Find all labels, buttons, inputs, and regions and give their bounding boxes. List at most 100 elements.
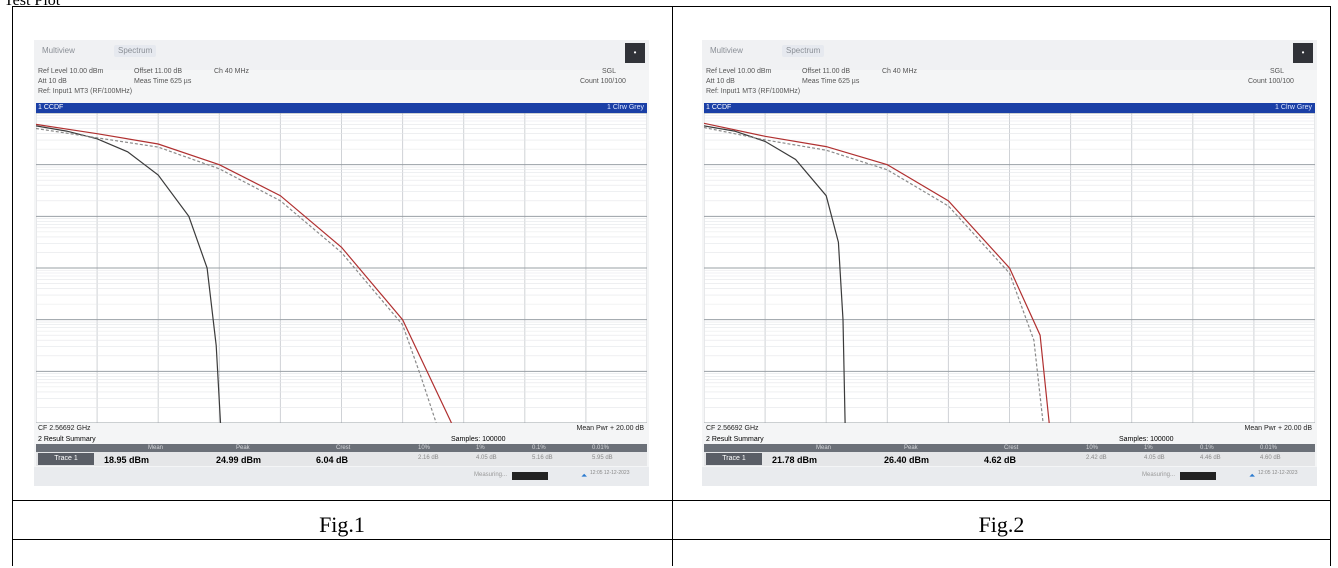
status-measuring: Measuring... bbox=[1142, 472, 1176, 478]
tab-spectrum[interactable]: Spectrum bbox=[114, 45, 157, 57]
result-summary: Mean Peak Crest 10% 1% 0.1% 0.01% Trace … bbox=[704, 444, 1315, 466]
summary-title: 2 Result Summary bbox=[38, 436, 96, 443]
plot-title-bar: 1 CCDF 1 Clrw Grey bbox=[36, 103, 647, 113]
sweep-count: Count 100/100 bbox=[1248, 78, 1294, 85]
trace-name: Trace 1 bbox=[706, 453, 762, 465]
pct01-value: 5.16 dB bbox=[532, 455, 553, 461]
summary-header-band: Mean Peak Crest 10% 1% 0.1% 0.01% bbox=[704, 444, 1315, 452]
trace-label: Ref: Input1 MT3 (RF/100MHz) bbox=[706, 88, 801, 95]
hdr-001pct: 0.01% bbox=[1260, 445, 1278, 451]
tab-multiview[interactable]: Multiview bbox=[38, 45, 79, 57]
peak-value: 24.99 dBm bbox=[216, 455, 262, 465]
sweep-mode: SGL bbox=[602, 68, 617, 75]
table-border-left bbox=[12, 6, 13, 566]
summary-title: 2 Result Summary bbox=[706, 436, 764, 443]
crest-value: 6.04 dB bbox=[316, 455, 349, 465]
hdr-10pct: 10% bbox=[418, 445, 431, 451]
pct1-value: 4.05 dB bbox=[1144, 455, 1165, 461]
progress-indicator bbox=[1180, 472, 1216, 480]
hdr-01pct: 0.1% bbox=[1200, 445, 1214, 451]
hdr-1pct: 1% bbox=[476, 445, 485, 451]
pct001-value: 4.60 dB bbox=[1260, 455, 1281, 461]
plot-footer: CF 2.56692 GHz Mean Pwr + 20.00 dB bbox=[704, 424, 1315, 434]
summary-title-row: 2 Result Summary Samples: 100000 bbox=[704, 435, 1315, 444]
hdr-peak: Peak bbox=[236, 445, 250, 451]
pct10-value: 2.42 dB bbox=[1086, 455, 1107, 461]
analyzer-panel-2: Multiview Spectrum • Ref Level 10.00 dBm… bbox=[702, 40, 1317, 486]
ref-level: Ref Level 10.00 dBm bbox=[38, 68, 104, 75]
table-border-center bbox=[672, 6, 673, 566]
meas-time: Meas Time 625 µs bbox=[802, 78, 860, 85]
mode: Ch 40 MHz bbox=[214, 68, 250, 75]
result-summary: Mean Peak Crest 10% 1% 0.1% 0.01% Trace … bbox=[36, 444, 647, 466]
plot-title-bar: 1 CCDF 1 Clrw Grey bbox=[704, 103, 1315, 113]
hdr-01pct: 0.1% bbox=[532, 445, 546, 451]
mean-power-scale: Mean Pwr + 20.00 dB bbox=[576, 425, 644, 432]
pct001-value: 5.95 dB bbox=[592, 455, 613, 461]
mode: Ch 40 MHz bbox=[882, 68, 918, 75]
tab-multiview[interactable]: Multiview bbox=[706, 45, 747, 57]
trace-label: Ref: Input1 MT3 (RF/100MHz) bbox=[38, 88, 133, 95]
hdr-peak: Peak bbox=[904, 445, 918, 451]
peak-value: 26.40 dBm bbox=[884, 455, 930, 465]
ccdf-plot bbox=[704, 113, 1315, 423]
center-frequency: CF 2.56692 GHz bbox=[38, 425, 91, 432]
ref-level: Ref Level 10.00 dBm bbox=[706, 68, 772, 75]
plot-title: 1 CCDF bbox=[38, 104, 64, 111]
hdr-1pct: 1% bbox=[1144, 445, 1153, 451]
mean-power-scale: Mean Pwr + 20.00 dB bbox=[1244, 425, 1312, 432]
trace-red bbox=[36, 123, 453, 423]
panel-topbar: Multiview Spectrum • bbox=[702, 40, 1317, 70]
att: Att 10 dB bbox=[706, 78, 735, 85]
offset: Offset 11.00 dB bbox=[802, 68, 850, 75]
table-border-right bbox=[1330, 6, 1331, 566]
plot-title-right: 1 Clrw Grey bbox=[1275, 104, 1312, 111]
status-measuring: Measuring... bbox=[474, 472, 508, 478]
caption-fig1: Fig.1 bbox=[319, 512, 365, 537]
panel-topbar: Multiview Spectrum • bbox=[34, 40, 649, 70]
trace-black bbox=[704, 125, 846, 423]
samples: Samples: 100000 bbox=[1119, 436, 1174, 443]
status-time: 12:05 12-12-2023 bbox=[590, 470, 630, 476]
plot-footer: CF 2.56692 GHz Mean Pwr + 20.00 dB bbox=[36, 424, 647, 434]
signal-icon: ⏶ bbox=[1249, 471, 1256, 480]
caption-fig2: Fig.2 bbox=[978, 512, 1025, 537]
pct10-value: 2.16 dB bbox=[418, 455, 439, 461]
menu-button[interactable]: • bbox=[625, 43, 645, 63]
menu-button[interactable]: • bbox=[1293, 43, 1313, 63]
att: Att 10 dB bbox=[38, 78, 67, 85]
center-frequency: CF 2.56692 GHz bbox=[706, 425, 759, 432]
summary-header-band: Mean Peak Crest 10% 1% 0.1% 0.01% bbox=[36, 444, 647, 452]
hdr-crest: Crest bbox=[336, 445, 351, 451]
pct01-value: 4.46 dB bbox=[1200, 455, 1221, 461]
trace-dashed bbox=[704, 126, 1044, 423]
plot-title-right: 1 Clrw Grey bbox=[607, 104, 644, 111]
meas-time: Meas Time 625 µs bbox=[134, 78, 192, 85]
hdr-mean: Mean bbox=[816, 445, 832, 451]
hdr-crest: Crest bbox=[1004, 445, 1019, 451]
offset: Offset 11.00 dB bbox=[134, 68, 182, 75]
samples: Samples: 100000 bbox=[451, 436, 506, 443]
ccdf-chart bbox=[36, 113, 647, 423]
hdr-mean: Mean bbox=[148, 445, 164, 451]
status-bar: Measuring... ⏶ 12:05 12-12-2023 bbox=[702, 467, 1317, 486]
menu-icon: • bbox=[1301, 48, 1305, 57]
hdr-10pct: 10% bbox=[1086, 445, 1099, 451]
trace-black bbox=[36, 125, 222, 423]
plot-title: 1 CCDF bbox=[706, 104, 732, 111]
menu-icon: • bbox=[633, 48, 637, 57]
signal-icon: ⏶ bbox=[581, 471, 588, 480]
mean-value: 18.95 dBm bbox=[104, 455, 150, 465]
hdr-001pct: 0.01% bbox=[592, 445, 610, 451]
crest-value: 4.62 dB bbox=[984, 455, 1017, 465]
status-time: 12:05 12-12-2023 bbox=[1258, 470, 1298, 476]
ccdf-chart bbox=[704, 113, 1315, 423]
summary-title-row: 2 Result Summary Samples: 100000 bbox=[36, 435, 647, 444]
sweep-count: Count 100/100 bbox=[580, 78, 626, 85]
mean-value: 21.78 dBm bbox=[772, 455, 818, 465]
tab-spectrum[interactable]: Spectrum bbox=[782, 45, 825, 57]
pct1-value: 4.05 dB bbox=[476, 455, 497, 461]
analyzer-panel-1: Multiview Spectrum • Ref Level 10.00 dBm… bbox=[34, 40, 649, 486]
sweep-mode: SGL bbox=[1270, 68, 1285, 75]
status-bar: Measuring... ⏶ 12:05 12-12-2023 bbox=[34, 467, 649, 486]
